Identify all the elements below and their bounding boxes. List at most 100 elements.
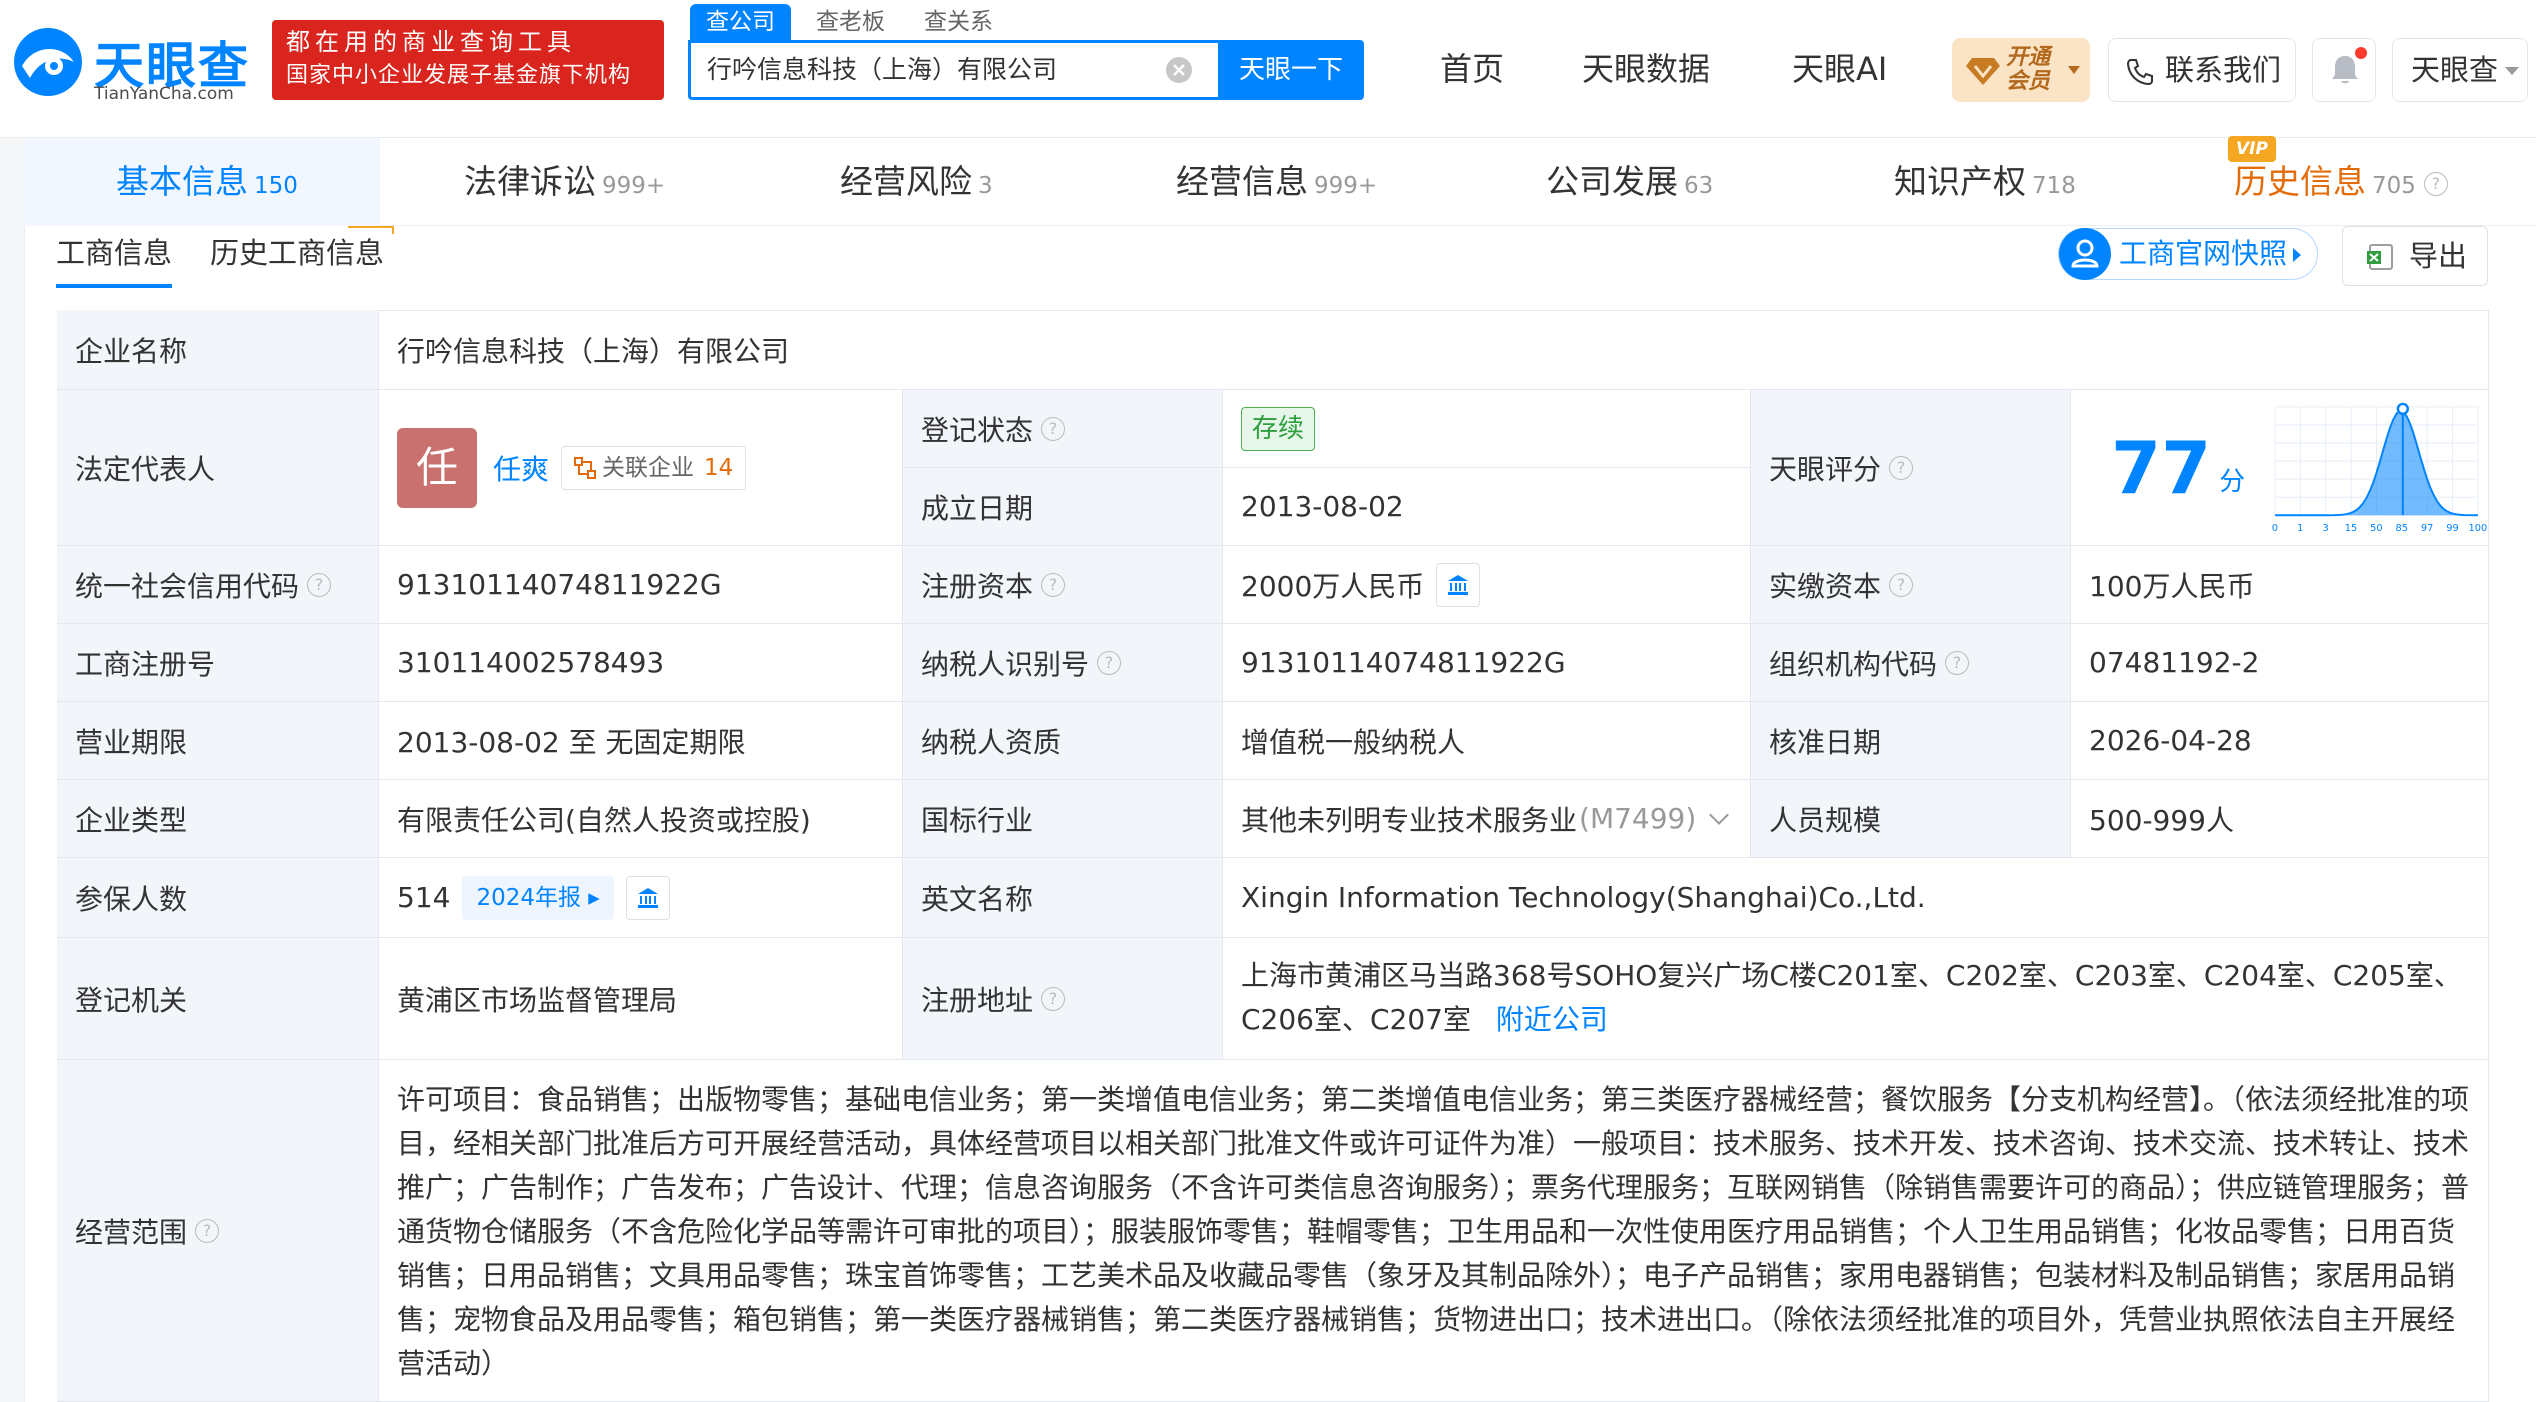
help-icon[interactable]: ?: [195, 1218, 220, 1243]
search-input[interactable]: 行吟信息科技（上海）有限公司: [707, 43, 1057, 97]
label-score: 天眼评分?: [1751, 390, 2071, 546]
tab-operation-info[interactable]: 经营信息 999+: [1176, 138, 1377, 226]
label-text: 天眼评分: [1769, 452, 1882, 486]
value-industry[interactable]: 其他未列明专业技术服务业 (M7499): [1223, 780, 1751, 858]
help-icon[interactable]: ?: [1889, 572, 1914, 597]
bank-button[interactable]: [1436, 562, 1481, 607]
value-company-name: 行吟信息科技（上海）有限公司: [379, 310, 2489, 390]
label-text: 登记状态: [921, 413, 1034, 447]
tab-litigation[interactable]: 法律诉讼 999+: [464, 138, 665, 226]
help-icon[interactable]: ?: [307, 572, 332, 597]
label-company-type: 企业类型: [57, 780, 379, 858]
nav-data[interactable]: 天眼数据: [1582, 42, 1710, 96]
nearby-companies-link[interactable]: 附近公司: [1496, 1003, 1608, 1036]
excel-icon: [2367, 244, 2393, 270]
subtab-history-business-info[interactable]: 历史工商信息: [210, 226, 384, 288]
help-icon[interactable]: ?: [1945, 650, 1970, 675]
label-taxpayer-qual: 纳税人资质: [903, 702, 1223, 780]
value-credit-code: 91310114074811922G: [379, 546, 903, 624]
value-taxpayer-qual: 增值税一般纳税人: [1223, 702, 1751, 780]
main-tabs: 基本信息 150 法律诉讼 999+ 经营风险 3 经营信息 999+ 公司发展 63 知…: [24, 138, 2536, 226]
clear-icon[interactable]: [1165, 56, 1193, 84]
official-snapshot-button[interactable]: 工商官网快照: [2058, 228, 2318, 280]
reg-capital-text: 2000万人民币: [1241, 569, 1425, 603]
tab-label: 知识产权: [1894, 162, 2026, 201]
score-marker-dot: [2396, 402, 2410, 415]
chevron-right-icon: [2293, 248, 2301, 262]
tab-ip[interactable]: 知识产权 718: [1894, 138, 2076, 226]
tab-label: 历史信息: [2234, 162, 2366, 201]
help-icon[interactable]: ?: [1041, 416, 1066, 441]
related-label: 关联企业: [602, 454, 695, 481]
help-icon[interactable]: ?: [1889, 455, 1914, 480]
label-text: 实缴资本: [1769, 569, 1882, 603]
label-approval-date: 核准日期: [1751, 702, 2071, 780]
label-reg-capital: 注册资本?: [903, 546, 1223, 624]
tab-business-risk[interactable]: 经营风险 3: [840, 138, 993, 226]
value-legal-rep: 任 任爽 关联企业 14: [379, 390, 903, 546]
bank-button[interactable]: [625, 875, 670, 920]
label-founded: 成立日期: [903, 468, 1223, 546]
vip-button[interactable]: 开通会员: [1952, 38, 2090, 102]
help-icon[interactable]: ?: [2423, 171, 2448, 196]
vip-badge: VIP: [2228, 136, 2276, 162]
axis-tick-label: 97: [2421, 523, 2434, 534]
tab-search-boss[interactable]: 查老板: [816, 4, 885, 40]
tab-label: 基本信息: [116, 162, 248, 201]
tab-search-company[interactable]: 查公司: [690, 4, 791, 40]
tab-label: 法律诉讼: [464, 162, 596, 201]
related-companies-tag[interactable]: 关联企业 14: [561, 445, 747, 490]
help-icon[interactable]: ?: [1041, 986, 1066, 1011]
value-reg-address: 上海市黄浦区马当路368号SOHO复兴广场C楼C201室、C202室、C203室…: [1223, 938, 2489, 1060]
label-term: 营业期限: [57, 702, 379, 780]
tianyancha-logo[interactable]: 天眼查 TianYanCha.com: [8, 20, 270, 104]
bank-icon: [637, 887, 658, 908]
nav-ai[interactable]: 天眼AI: [1792, 42, 1887, 96]
help-icon[interactable]: ?: [1041, 572, 1066, 597]
user-label: 天眼查: [2411, 53, 2499, 87]
tab-count: 999+: [602, 173, 666, 199]
value-term: 2013-08-02 至 无固定期限: [379, 702, 903, 780]
score-unit: 分: [2219, 467, 2246, 497]
axis-tick-label: 50: [2370, 523, 2383, 534]
tab-label: 经营风险: [840, 162, 972, 201]
bank-icon: [1448, 574, 1469, 595]
industry-code: (M7499): [1579, 802, 1697, 835]
notification-button[interactable]: [2312, 38, 2376, 102]
export-button[interactable]: 导出: [2342, 226, 2488, 286]
score-number: 77: [2111, 425, 2212, 510]
legal-rep-name-link[interactable]: 任爽: [493, 448, 549, 488]
bell-icon: [2332, 56, 2358, 84]
chevron-down-icon: [2505, 67, 2519, 75]
contact-button[interactable]: 联系我们: [2108, 38, 2296, 102]
tab-search-relation[interactable]: 查关系: [924, 4, 993, 40]
snapshot-label: 工商官网快照: [2119, 237, 2288, 270]
subtab-business-info[interactable]: 工商信息: [56, 226, 173, 288]
axis-tick-label: 0: [2272, 523, 2278, 534]
label-scope: 经营范围?: [57, 1060, 379, 1402]
tab-label: 经营信息: [1176, 162, 1308, 201]
value-score[interactable]: 77 分 0 1 3 15 50 85 97 99 100: [2071, 390, 2489, 546]
avatar[interactable]: 任: [397, 427, 477, 508]
tab-development[interactable]: 公司发展 63: [1546, 138, 1713, 226]
label-text: 注册资本: [921, 569, 1034, 603]
phone-icon: [2126, 59, 2153, 86]
label-legal-rep: 法定代表人: [57, 390, 379, 546]
chevron-down-icon: [2068, 66, 2080, 74]
tab-basic-info[interactable]: 基本信息 150: [116, 138, 298, 226]
chevron-down-icon[interactable]: [1709, 804, 1730, 825]
value-founded: 2013-08-02: [1223, 468, 1751, 546]
value-scope: 许可项目：食品销售；出版物零售；基础电信业务；第一类增值电信业务；第二类增值电信…: [379, 1060, 2489, 1402]
label-reg-address: 注册地址?: [903, 938, 1223, 1060]
label-text: 统一社会信用代码: [75, 569, 300, 603]
new-corner-marker: [348, 226, 394, 234]
label-text: 经营范围: [75, 1215, 188, 1249]
nav-home[interactable]: 首页: [1440, 42, 1504, 96]
score-distribution-chart: 0 1 3 15 50 85 97 99 100: [2272, 402, 2488, 534]
annual-report-tag[interactable]: 2024年报 ▸: [462, 875, 614, 920]
value-reg-number: 310114002578493: [379, 624, 903, 702]
help-icon[interactable]: ?: [1097, 650, 1122, 675]
user-menu[interactable]: 天眼查: [2392, 38, 2528, 102]
slogan-banner[interactable]: 都在用的商业查询工具 国家中小企业发展子基金旗下机构: [272, 20, 664, 100]
search-button[interactable]: 天眼一下: [1218, 40, 1364, 100]
